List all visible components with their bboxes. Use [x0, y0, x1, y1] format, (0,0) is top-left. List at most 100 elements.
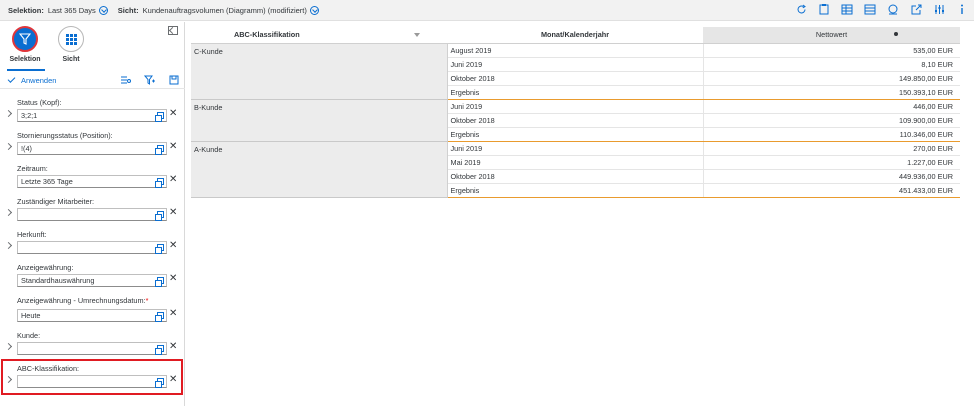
month-cell: Ergebnis	[447, 127, 704, 142]
month-cell: Oktober 2018	[447, 169, 704, 184]
results-table: ABC-Klassifikation Monat/Kalenderjahr Ne…	[191, 27, 960, 198]
variant-settings-icon[interactable]	[120, 75, 131, 85]
chevron-right-icon[interactable]	[4, 342, 13, 351]
close-icon[interactable]: ✕	[169, 341, 177, 352]
chevron-down-icon[interactable]	[98, 5, 108, 15]
column-header-abc[interactable]: ABC-Klassifikation	[191, 27, 447, 44]
month-cell: Oktober 2018	[447, 113, 704, 128]
amount-cell: 149.850,00 EUR	[703, 71, 960, 86]
value-help-icon[interactable]	[155, 312, 164, 322]
header-label: Nettowert	[815, 30, 848, 40]
value-help-icon[interactable]	[155, 112, 164, 122]
close-icon[interactable]: ✕	[169, 240, 177, 251]
field-label: Anzeigewährung - Umrechnungsdatum:*	[17, 296, 148, 305]
tab-selektion[interactable]: Selektion	[8, 26, 42, 63]
group-cell: A-Kunde	[191, 141, 448, 198]
filter-icon	[12, 26, 38, 52]
herkunft-input[interactable]	[17, 241, 167, 254]
field-label: Zeitraum:	[17, 164, 48, 173]
table-row: A-Kunde Juni 2019 270,00 EUR	[191, 141, 960, 198]
zeitraum-input[interactable]: Letzte 365 Tage	[17, 175, 167, 188]
status-kopf-input[interactable]: 3;2;1	[17, 109, 167, 122]
close-icon[interactable]: ✕	[169, 207, 177, 218]
value-help-icon[interactable]	[155, 277, 164, 287]
tab-label: Sicht	[62, 56, 80, 63]
column-header-month[interactable]: Monat/Kalenderjahr	[447, 27, 703, 44]
amount-cell: 449.936,00 EUR	[703, 169, 960, 184]
value-help-icon[interactable]	[155, 244, 164, 254]
value-help-icon[interactable]	[155, 178, 164, 188]
collapse-panel-icon[interactable]	[168, 26, 178, 35]
chevron-right-icon[interactable]	[4, 142, 13, 151]
bullet-icon	[894, 32, 898, 36]
amount-cell: 270,00 EUR	[703, 141, 960, 156]
field-anzeigewaehrung: Anzeigewährung: Standardhauswährung ✕	[0, 261, 185, 294]
settings-icon[interactable]	[933, 3, 945, 15]
stornierungsstatus-input[interactable]: !(4)	[17, 142, 167, 155]
value-help-icon[interactable]	[155, 378, 164, 388]
month-cell: August 2019	[447, 43, 704, 58]
chevron-right-icon[interactable]	[4, 208, 13, 217]
chevron-down-icon[interactable]	[309, 5, 319, 15]
panel-tabs: Selektion Sicht	[0, 22, 185, 71]
selection-value[interactable]: Last 365 Days	[48, 6, 96, 15]
view-value[interactable]: Kundenauftragsvolumen (Diagramm) (modifi…	[143, 6, 307, 15]
field-value: !(4)	[21, 144, 32, 153]
mitarbeiter-input[interactable]	[17, 208, 167, 221]
value-help-icon[interactable]	[155, 145, 164, 155]
tab-sicht[interactable]: Sicht	[54, 26, 88, 63]
field-label: Kunde:	[17, 331, 41, 340]
table-settings-icon[interactable]	[864, 3, 876, 15]
filter-add-icon[interactable]	[143, 75, 155, 85]
refresh-icon[interactable]	[795, 3, 807, 15]
group-cell: B-Kunde	[191, 99, 448, 142]
save-icon[interactable]	[168, 75, 179, 85]
chevron-right-icon[interactable]	[4, 109, 13, 118]
header-label: ABC-Klassifikation	[234, 30, 300, 40]
anzeigewaehrung-input[interactable]: Standardhauswährung	[17, 274, 167, 287]
field-herkunft: Herkunft: ✕	[0, 228, 185, 261]
month-cell: Juni 2019	[447, 99, 704, 114]
close-icon[interactable]: ✕	[169, 374, 177, 385]
apply-button[interactable]: Anwenden	[7, 75, 56, 85]
amount-cell: 110.346,00 EUR	[703, 127, 960, 142]
month-cell: Juni 2019	[447, 57, 704, 72]
field-value: 3;2;1	[21, 111, 38, 120]
column-header-nettowert[interactable]: Nettowert	[703, 27, 960, 44]
clipboard-icon[interactable]	[818, 3, 830, 15]
month-cell: Mai 2019	[447, 155, 704, 170]
value-help-icon[interactable]	[155, 211, 164, 221]
close-icon[interactable]: ✕	[169, 273, 177, 284]
chevron-right-icon[interactable]	[4, 375, 13, 384]
amount-cell: 1.227,00 EUR	[703, 155, 960, 170]
abc-klassifikation-input[interactable]	[17, 375, 167, 388]
close-icon[interactable]: ✕	[169, 308, 177, 319]
field-label: Status (Kopf):	[17, 98, 62, 107]
field-label: Herkunft:	[17, 230, 47, 239]
field-label: Anzeigewährung:	[17, 263, 74, 272]
field-abc-klassifikation: ABC-Klassifikation: ✕	[0, 362, 185, 395]
top-toolbar: Selektion: Last 365 Days Sicht: Kundenau…	[0, 0, 974, 21]
grid-icon	[58, 26, 84, 52]
filter-panel: Selektion Sicht Anwenden Status (Kopf): …	[0, 22, 185, 406]
amount-cell: 446,00 EUR	[703, 99, 960, 114]
kunde-input[interactable]	[17, 342, 167, 355]
close-icon[interactable]: ✕	[169, 108, 177, 119]
close-icon[interactable]: ✕	[169, 141, 177, 152]
apply-bar: Anwenden	[0, 72, 185, 89]
table-row: C-Kunde August 2019 535,00 EUR	[191, 43, 960, 100]
export-icon[interactable]	[910, 3, 922, 15]
table-icon[interactable]	[841, 3, 853, 15]
info-icon[interactable]	[956, 3, 968, 15]
group-cell: C-Kunde	[191, 43, 448, 100]
amount-cell: 451.433,00 EUR	[703, 183, 960, 198]
umrechnungsdatum-input[interactable]: Heute	[17, 309, 167, 322]
sort-icon[interactable]	[413, 33, 420, 38]
chart-icon[interactable]	[887, 3, 899, 15]
required-marker: *	[145, 296, 149, 305]
field-umrechnungsdatum: Anzeigewährung - Umrechnungsdatum:* Heut…	[0, 294, 185, 327]
chevron-right-icon[interactable]	[4, 241, 13, 250]
close-icon[interactable]: ✕	[169, 174, 177, 185]
value-help-icon[interactable]	[155, 345, 164, 355]
month-cell: Oktober 2018	[447, 71, 704, 86]
